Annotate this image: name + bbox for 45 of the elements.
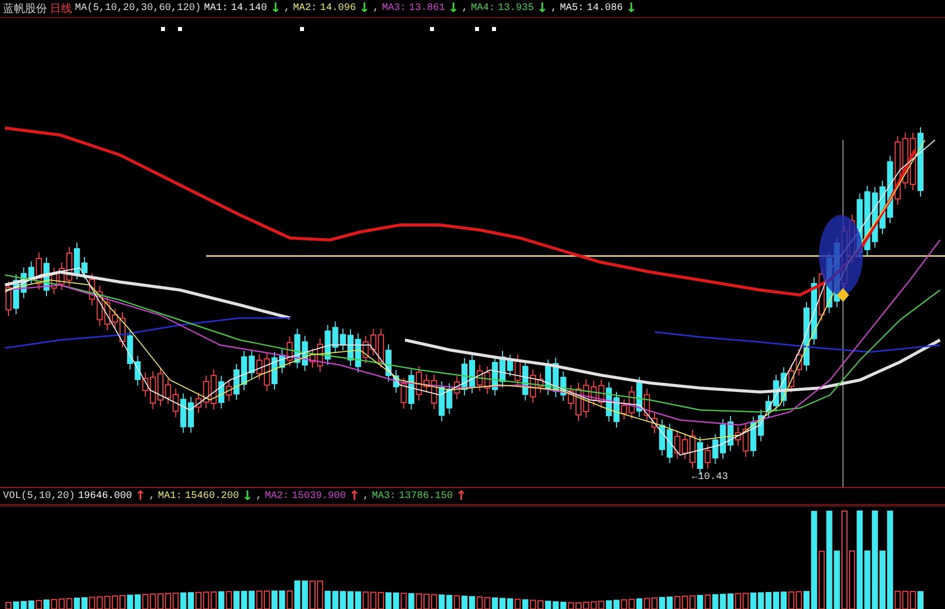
indicator-value: 13786.150 (398, 490, 453, 504)
trend-arrow: ↓ (448, 1, 459, 17)
indicator-label: MA2: (292, 2, 317, 16)
indicator-value: 19646.000 (78, 490, 132, 504)
indicator-value: 13.935 (498, 2, 534, 16)
indicator-label: MA1: (204, 2, 228, 16)
marker-icon (178, 27, 182, 31)
separator: , (256, 490, 262, 504)
trend-arrow: ↓ (359, 1, 370, 17)
indicator-name: VOL(5,10,20) (3, 490, 76, 504)
indicator-label: MA2: (264, 490, 289, 504)
diamond-marker-icon (837, 288, 849, 302)
indicator-label: MA1: (158, 490, 182, 504)
indicator-value: 14.140 (231, 2, 268, 16)
separator: , (148, 490, 155, 504)
low-price-label: ←10.43 (692, 472, 728, 484)
marker-icon (300, 27, 304, 31)
indicator-value: 15460.200 (184, 490, 239, 504)
separator: , (550, 2, 557, 16)
trend-arrow: ↑ (135, 489, 146, 504)
separator: , (362, 490, 369, 504)
marker-icon (430, 27, 434, 31)
trend-arrow: ↓ (242, 489, 253, 504)
indicator-value: 14.096 (320, 2, 356, 16)
indicator-label: MA3: (372, 490, 396, 504)
indicator-name: MA(5,10,20,30,60,120) (75, 2, 202, 16)
stock-name: 蓝帆股份 (3, 1, 47, 17)
indicator-label: MA4: (470, 2, 495, 16)
trend-arrow: ↓ (626, 1, 637, 17)
marker-icon (492, 27, 496, 31)
separator: , (372, 2, 379, 16)
separator: , (284, 2, 290, 16)
indicator-value: 15039.900 (292, 490, 346, 504)
trend-arrow: ↓ (536, 1, 548, 17)
period-label: 日线 (50, 1, 72, 17)
marker-icon (161, 27, 165, 31)
separator: , (462, 2, 468, 16)
marker-icon (475, 27, 479, 31)
trend-arrow: ↓ (270, 1, 281, 17)
indicator-label: MA5: (560, 2, 584, 16)
indicator-value: 13.861 (408, 2, 445, 16)
trend-arrow: ↑ (348, 489, 360, 504)
trend-arrow: ↑ (456, 489, 467, 504)
indicator-value: 14.086 (586, 2, 623, 16)
indicator-label: MA3: (382, 2, 406, 16)
